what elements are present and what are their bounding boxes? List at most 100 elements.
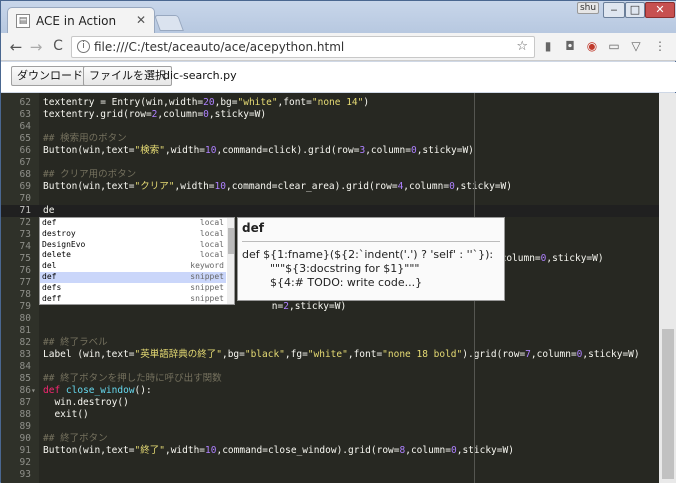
snippet-doc-tooltip: def def ${1:fname}(${2:`indent('.') ? 's… [237,217,505,301]
code-line[interactable]: 93 [1,469,659,481]
code-line[interactable]: 70 [1,193,659,205]
code-line[interactable]: 64 [1,121,659,133]
line-code: def close_window(): [43,385,152,396]
code-line[interactable]: 84 [1,361,659,373]
line-number: 70 [19,193,31,204]
address-bar[interactable]: i file:///C:/test/aceauto/ace/acepython.… [71,36,535,58]
line-number: 77 [19,277,31,288]
autocomplete-item-meta: local [199,239,224,249]
line-number: 74 [19,241,31,252]
extension-book-icon[interactable]: ▮ [541,39,555,53]
close-button[interactable]: ✕ [645,2,675,18]
line-number: 67 [19,157,31,168]
autocomplete-item[interactable]: destroy local [40,229,226,240]
code-line[interactable]: 91 Button(win,text="終了",width=10,command=… [1,445,659,457]
autocomplete-item-name: def [42,271,57,281]
code-line[interactable]: 83 Label (win,text="英単語辞典の終了",bg="black",… [1,349,659,361]
autocomplete-item[interactable]: del keyword [40,261,226,272]
user-profile-button[interactable]: shu [577,2,599,14]
autocomplete-item-name: DesignEvo [42,239,86,249]
editor-scrollbar[interactable] [659,93,676,483]
code-line[interactable]: 80 [1,313,659,325]
choose-file-button[interactable]: ファイルを選択 [83,66,172,86]
tab-title: ACE in Action [36,13,117,28]
autocomplete-item-meta: snippet [190,282,224,292]
selected-file-name: dic-search.py [163,69,237,82]
code-line[interactable]: 63 textentry.grid(row=2,column=0,sticky=W… [1,109,659,121]
camera-icon[interactable]: ◘ [563,39,577,53]
line-number: 80 [19,313,31,324]
code-line[interactable]: 87 win.destroy() [1,397,659,409]
autocomplete-item[interactable]: def snippet [40,271,226,283]
code-line[interactable]: 90 ## 終了ボタン [1,433,659,445]
bookmark-star-icon[interactable]: ☆ [516,37,528,57]
autocomplete-item[interactable]: DesignEvo local [40,240,226,251]
cast-icon[interactable]: ▭ [607,39,621,53]
line-code: Button(win,text="終了",width=10,command=cl… [43,445,514,456]
code-line[interactable]: 65 ## 検索用のボタン [1,133,659,145]
tab-close-icon[interactable]: ✕ [136,13,146,27]
autocomplete-popup[interactable]: def local destroy local DesignEvo local delete… [39,217,235,305]
code-line[interactable]: 92 [1,457,659,469]
autocomplete-item-meta: snippet [190,271,224,281]
menu-dots-icon[interactable]: ⋮ [653,39,667,53]
code-line[interactable]: 71 de [1,205,659,217]
line-code: Button(win,text="クリア",width=10,command=c… [43,181,512,192]
code-line[interactable]: 62 textentry = Entry(win,width=20,bg="whi… [1,97,659,109]
autocomplete-item[interactable]: deff snippet [40,293,226,304]
filter-icon[interactable]: ▽ [629,39,643,53]
autocomplete-list: def local destroy local DesignEvo local delete… [40,218,234,304]
minimize-button[interactable]: ‒ [603,2,625,18]
line-code: ## 検索用のボタン [43,133,127,144]
line-number: 76 [19,265,31,276]
extension-red-icon[interactable]: ◉ [585,39,599,53]
line-number: 65 [19,133,31,144]
line-code: ## 終了ボタン [43,433,108,444]
autocomplete-item[interactable]: delete local [40,250,226,261]
autocomplete-scrollbar[interactable] [227,218,234,304]
line-number: 78 [19,289,31,300]
line-code: ## 終了ラベル [43,337,108,348]
line-number: 81 [19,325,31,336]
line-number: 66 [19,145,31,156]
autocomplete-item[interactable]: defs snippet [40,283,226,294]
reload-icon[interactable]: C [49,38,67,54]
code-line[interactable]: 82 ## 終了ラベル [1,337,659,349]
line-number: 73 [19,229,31,240]
forward-arrow-icon[interactable]: → [27,38,45,56]
autocomplete-item-meta: local [199,228,224,238]
doc-line: ${4:# TODO: write code...} [242,276,423,289]
new-tab-button[interactable] [154,15,184,31]
code-line[interactable]: 68 ## クリア用のボタン [1,169,659,181]
doc-divider [242,241,500,242]
autocomplete-item[interactable]: def local [40,218,226,229]
code-line[interactable]: 88 exit() [1,409,659,421]
code-line[interactable]: 85 ## 終了ボタンを押した時に呼び出す関数 [1,373,659,385]
info-icon[interactable]: i [77,40,90,53]
browser-tab[interactable]: ▤ ACE in Action ✕ [7,7,155,33]
code-line[interactable]: 67 [1,157,659,169]
autocomplete-item-name: def [42,218,57,227]
code-line[interactable]: 66 Button(win,text="検索",width=10,command=… [1,145,659,157]
autocomplete-item-name: destroy [42,228,76,238]
code-line[interactable]: 81 [1,325,659,337]
scrollbar-thumb[interactable] [662,329,674,479]
autocomplete-item-meta: keyword [190,261,224,271]
browser-window: ▤ ACE in Action ✕ shu ‒ □ ✕ ← → C i file… [0,0,676,483]
fold-arrow-icon[interactable]: ▾ [31,385,39,397]
line-number: 63 [19,109,31,120]
code-line[interactable]: 86▾ def close_window(): [1,385,659,397]
line-number: 93 [19,469,31,480]
page-controls: ダウンロード ファイルを選択 dic-search.py [1,62,676,92]
maximize-button[interactable]: □ [625,2,645,18]
doc-title: def [242,221,264,235]
download-button[interactable]: ダウンロード [11,66,89,86]
line-number: 89 [19,421,31,432]
line-code: exit() [43,409,89,420]
code-line[interactable]: 89 [1,421,659,433]
back-arrow-icon[interactable]: ← [7,38,25,56]
line-number: 85 [19,373,31,384]
autocomplete-scroll-thumb[interactable] [228,228,234,254]
code-line[interactable]: 69 Button(win,text="クリア",width=10,command… [1,181,659,193]
autocomplete-item-name: deff [42,293,62,303]
